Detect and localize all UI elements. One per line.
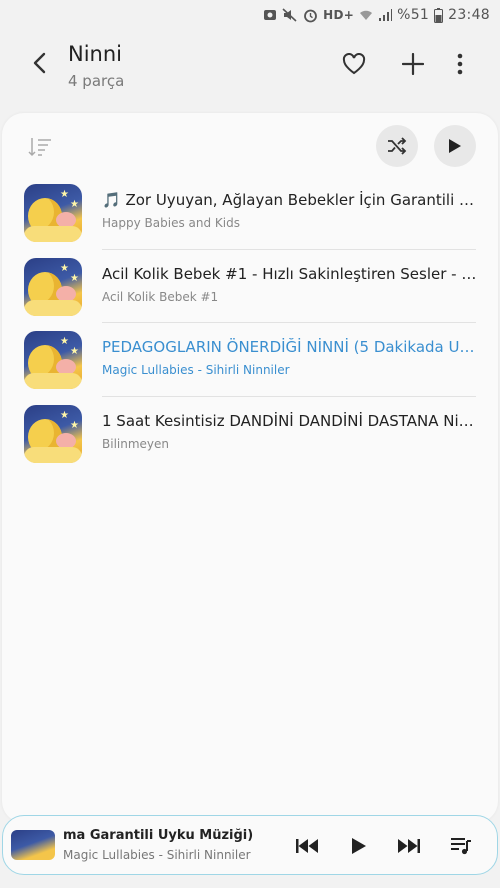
track-title: 🎵 Zor Uyuyan, Ağlayan Bebekler İçin Gara… [102,191,480,209]
track-row[interactable]: ★ ★ Acil Kolik Bebek #1 - Hızlı Sakinleş… [2,250,498,323]
bottom-edge [0,878,500,888]
battery-icon [434,7,444,23]
track-title: Acil Kolik Bebek #1 - Hızlı Sakinleştire… [102,264,480,283]
player-track-title: ma Garantili Uyku Müziği) [63,828,254,843]
battery-percent: %51 [397,7,430,23]
album-art: ★ ★ [24,184,82,242]
add-button[interactable] [397,48,429,80]
track-title: 1 Saat Kesintisiz DANDİNİ DANDİNİ DASTAN… [102,411,480,430]
track-count: 4 parça [68,72,125,90]
mute-icon [282,8,298,22]
play-icon [352,838,366,854]
back-arrow-icon [33,52,46,74]
photo-icon [263,8,277,22]
sort-icon [28,138,51,157]
track-row-active[interactable]: ★ ★ PEDAGOGLARIN ÖNERDİĞİ NİNNİ (5 Dakik… [2,323,498,397]
queue-icon [451,838,471,855]
plus-icon [402,53,424,75]
player-track-artist: Magic Lullabies - Sihirli Ninniler [63,848,251,862]
network-type: HD+ [323,8,355,22]
back-button[interactable] [24,48,54,78]
player-album-art [11,830,55,860]
album-art: ★ ★ [24,404,82,463]
previous-icon [296,839,318,853]
mini-player[interactable]: ma Garantili Uyku Müziği) Magic Lullabie… [2,815,498,875]
favorite-button[interactable] [338,48,370,80]
shuffle-button[interactable] [376,125,418,167]
app-header: Ninni 4 parça [0,30,500,110]
status-bar: HD+ %51 23:48 [0,0,500,30]
track-list: ★ ★ 🎵 Zor Uyuyan, Ağlayan Bebekler İçin … [2,176,498,470]
album-art: ★ ★ [24,257,82,316]
play-icon [449,139,461,153]
track-row[interactable]: ★ ★ 1 Saat Kesintisiz DANDİNİ DANDİNİ DA… [2,397,498,471]
next-icon [398,839,420,853]
shuffle-icon [388,137,407,155]
track-artist: Bilinmeyen [102,436,170,451]
player-play-button[interactable] [345,832,373,860]
clock: 23:48 [448,7,490,23]
next-button[interactable] [395,832,423,860]
track-artist: Acil Kolik Bebek #1 [102,289,219,304]
track-title: PEDAGOGLARIN ÖNERDİĞİ NİNNİ (5 Dakikada … [102,338,480,356]
sort-button[interactable] [26,135,54,159]
alarm-icon [303,8,318,23]
track-artist: Happy Babies and Kids [102,216,240,230]
play-all-button[interactable] [434,125,476,167]
page-title: Ninni [68,42,122,66]
playlist-card: ★ ★ 🎵 Zor Uyuyan, Ağlayan Bebekler İçin … [2,113,498,823]
more-vertical-icon [457,53,463,75]
wifi-icon [359,8,373,22]
heart-icon [342,53,366,75]
track-artist: Magic Lullabies - Sihirli Ninniler [102,363,290,377]
more-options-button[interactable] [444,48,476,80]
queue-button[interactable] [447,832,475,860]
signal-icon [378,8,393,22]
album-art: ★ ★ [24,331,82,389]
previous-button[interactable] [293,832,321,860]
track-row[interactable]: ★ ★ 🎵 Zor Uyuyan, Ağlayan Bebekler İçin … [2,176,498,250]
